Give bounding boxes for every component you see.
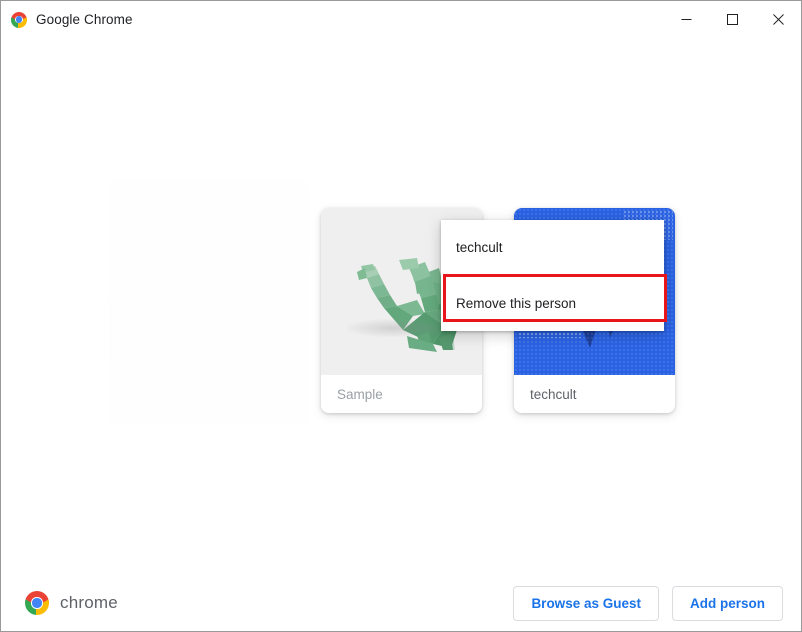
faded-card-artifact [109,180,309,425]
close-button[interactable] [755,1,801,38]
title-bar: Google Chrome [1,1,801,38]
profile-context-menu: techcult Remove this person [441,220,664,331]
maximize-button[interactable] [709,1,755,38]
avatar-shadow [347,319,439,337]
title-bar-left: Google Chrome [1,1,663,38]
window-title: Google Chrome [36,12,133,27]
chrome-profile-picker-window: Google Chrome Sample techcult techcult R… [0,0,802,632]
window-controls [663,1,801,38]
profile-picker-body: Sample techcult techcult Remove this per… [1,38,801,575]
chrome-brand: chrome [25,591,118,615]
profile-name-sample: Sample [321,375,482,413]
minimize-button[interactable] [663,1,709,38]
maximize-icon [726,14,738,25]
chrome-logo-icon [11,11,27,28]
context-menu-header: techcult [441,220,664,275]
chrome-wordmark: chrome [60,593,118,612]
minimize-icon [681,19,691,20]
close-icon [772,14,784,25]
browse-as-guest-button[interactable]: Browse as Guest [513,585,659,621]
footer-bar: chrome Browse as Guest Add person [1,575,801,631]
footer-actions: Browse as Guest Add person [513,585,783,621]
profile-name-techcult: techcult [514,375,675,413]
remove-this-person-menu-item[interactable]: Remove this person [441,275,664,331]
add-person-button[interactable]: Add person [671,585,783,621]
chrome-logo-icon [25,591,49,615]
